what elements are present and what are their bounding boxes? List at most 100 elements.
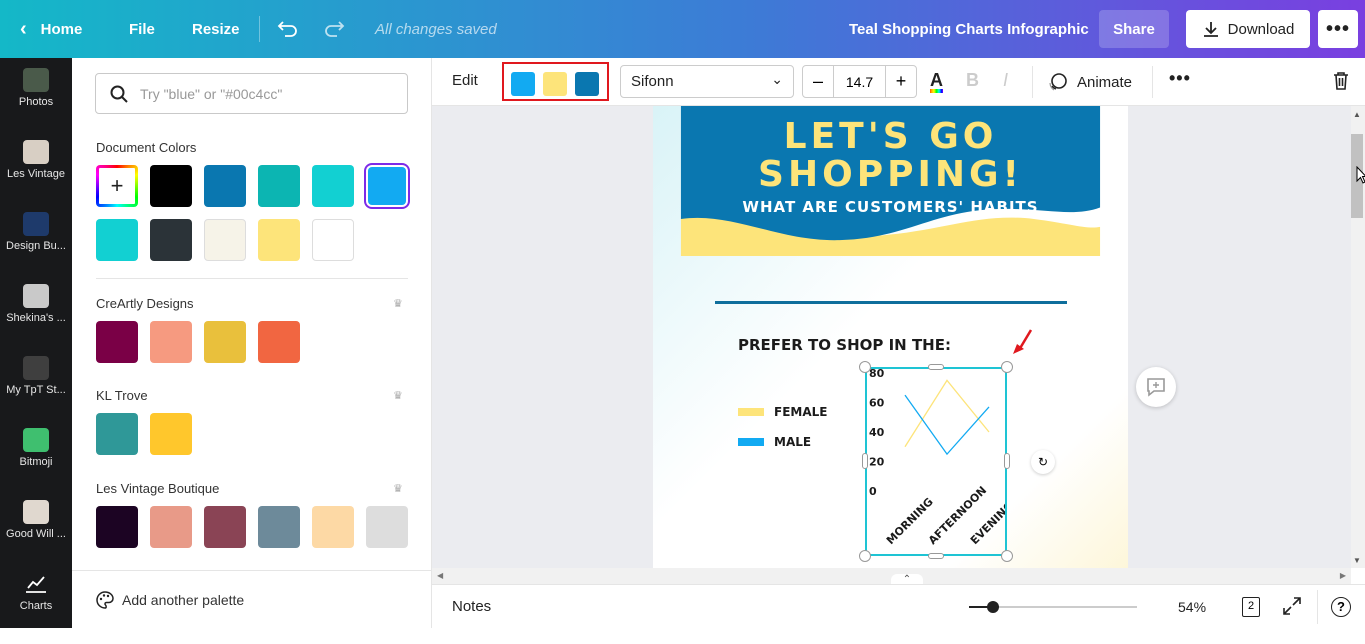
rail-item-photos[interactable]: Photos [0,68,72,140]
undo-button[interactable] [277,0,299,58]
resize-menu[interactable]: Resize [192,0,240,58]
palette-color-swatch[interactable] [258,321,300,363]
help-button[interactable]: ? [1331,597,1351,617]
resize-handle-top[interactable] [928,364,944,370]
rail-item-design-bu[interactable]: Design Bu... [0,212,72,284]
document-title[interactable]: Teal Shopping Charts Infographic [849,0,1089,58]
file-menu[interactable]: File [129,0,155,58]
bold-button[interactable]: B [966,70,979,91]
home-button[interactable]: ‹ Home [20,0,82,58]
resize-handle-bottom-left[interactable] [859,550,871,562]
color-swatch[interactable] [312,219,354,261]
palette-color-swatch[interactable] [204,321,246,363]
delete-button[interactable] [1332,71,1350,96]
rail-item-my-tpt-st[interactable]: My TpT St... [0,356,72,428]
palette-color-swatch[interactable] [366,506,408,548]
resize-handle-top-left[interactable] [859,361,871,373]
scroll-right-icon[interactable]: ▶ [1340,571,1346,580]
redo-button[interactable] [323,0,345,58]
animate-button[interactable]: Animate [1047,72,1132,92]
search-placeholder: Try "blue" or "#00c4cc" [140,85,283,102]
fullscreen-button[interactable] [1282,596,1302,621]
decrease-size-button[interactable]: – [803,71,833,92]
resize-handle-top-right[interactable] [1001,361,1013,373]
zoom-out-icon[interactable] [969,606,977,608]
color-swatch[interactable] [96,219,138,261]
add-comment-button[interactable] [1136,367,1176,407]
prefer-heading[interactable]: PREFER TO SHOP IN THE: [738,336,951,354]
chart-color-swatch-1[interactable] [511,72,535,96]
text-color-button[interactable]: A [930,70,943,93]
plus-icon: + [110,173,124,198]
zoom-level[interactable]: 54% [1178,599,1206,615]
palette-color-swatch[interactable] [312,506,354,548]
page-subtitle[interactable]: WHAT ARE CUSTOMERS' HABITS [653,198,1128,216]
scroll-up-icon[interactable]: ▲ [1353,110,1361,119]
divider-line[interactable] [715,301,1067,304]
zoom-slider[interactable] [977,606,1137,608]
color-swatch[interactable] [368,167,406,205]
color-swatch[interactable] [204,165,246,207]
increase-size-button[interactable]: + [886,71,916,92]
resize-handle-bottom-right[interactable] [1001,550,1013,562]
more-toolbar-button[interactable]: ••• [1169,68,1191,89]
divider [1317,590,1318,624]
rail-item-charts[interactable]: Charts [0,572,72,644]
legend-male[interactable]: MALE [738,435,811,449]
font-dropdown[interactable]: Sifonn ⌄ [620,65,794,98]
download-button[interactable]: Download [1186,10,1310,48]
rail-item-label: Design Bu... [6,240,66,252]
font-size-value[interactable]: 14.7 [833,66,886,97]
color-search-input[interactable]: Try "blue" or "#00c4cc" [95,73,408,114]
add-palette-button[interactable]: Add another palette [72,570,431,628]
design-canvas[interactable]: LET'S GO SHOPPING! WHAT ARE CUSTOMERS' H… [432,106,1351,568]
color-swatch[interactable] [150,165,192,207]
palette-color-swatch[interactable] [204,506,246,548]
color-swatch[interactable] [258,165,300,207]
rail-item-bitmoji[interactable]: Bitmoji [0,428,72,500]
rail-item-shekina-s[interactable]: Shekina's ... [0,284,72,356]
color-swatch[interactable] [312,165,354,207]
rail-item-good-will[interactable]: Good Will ... [0,500,72,572]
resize-handle-right[interactable] [1004,453,1010,469]
color-swatch[interactable] [204,219,246,261]
home-label: Home [40,20,83,38]
rail-item-les-vintage[interactable]: Les Vintage [0,140,72,212]
palette-icon [96,590,114,609]
scroll-left-icon[interactable]: ◀ [437,571,443,580]
title-line-2: SHOPPING! [758,154,1023,195]
design-page[interactable]: LET'S GO SHOPPING! WHAT ARE CUSTOMERS' H… [653,106,1128,568]
palette-color-swatch[interactable] [258,506,300,548]
palette-color-swatch[interactable] [150,321,192,363]
chart-color-swatch-2[interactable] [543,72,567,96]
editor-toolbar: Edit Sifonn ⌄ – 14.7 + A B I Animate ••• [432,58,1365,106]
color-swatch[interactable] [150,219,192,261]
page-count: 2 [1247,600,1255,612]
scroll-down-icon[interactable]: ▼ [1353,556,1361,565]
palette-title: CreArtly Designs [96,296,194,311]
resize-handle-bottom[interactable] [928,553,944,559]
page-title[interactable]: LET'S GO SHOPPING! [653,118,1128,194]
palette-color-swatch[interactable] [150,413,192,455]
palette-color-swatch[interactable] [96,413,138,455]
rail-item-label: Charts [19,600,53,612]
edit-button[interactable]: Edit [452,72,478,89]
side-rail: Photos Les Vintage Design Bu... Shekina's .… [0,58,72,628]
chart-color-swatch-3[interactable] [575,72,599,96]
palette-color-swatch[interactable] [150,506,192,548]
palette-color-swatch[interactable] [96,321,138,363]
legend-female[interactable]: FEMALE [738,405,827,419]
resize-handle-left[interactable] [862,453,868,469]
add-color-button[interactable]: + [96,165,138,207]
rail-thumbnail [23,356,49,380]
color-swatch[interactable] [258,219,300,261]
share-button[interactable]: Share [1099,10,1169,48]
italic-button[interactable]: I [1003,70,1008,91]
notes-button[interactable]: Notes [452,598,491,615]
zoom-slider-knob[interactable] [987,601,999,613]
rotate-button[interactable]: ↻ [1031,450,1055,474]
more-options-button[interactable]: ••• [1318,10,1358,48]
crown-icon: ♛ [393,483,403,495]
page-count-button[interactable]: 2 [1242,597,1260,617]
palette-color-swatch[interactable] [96,506,138,548]
